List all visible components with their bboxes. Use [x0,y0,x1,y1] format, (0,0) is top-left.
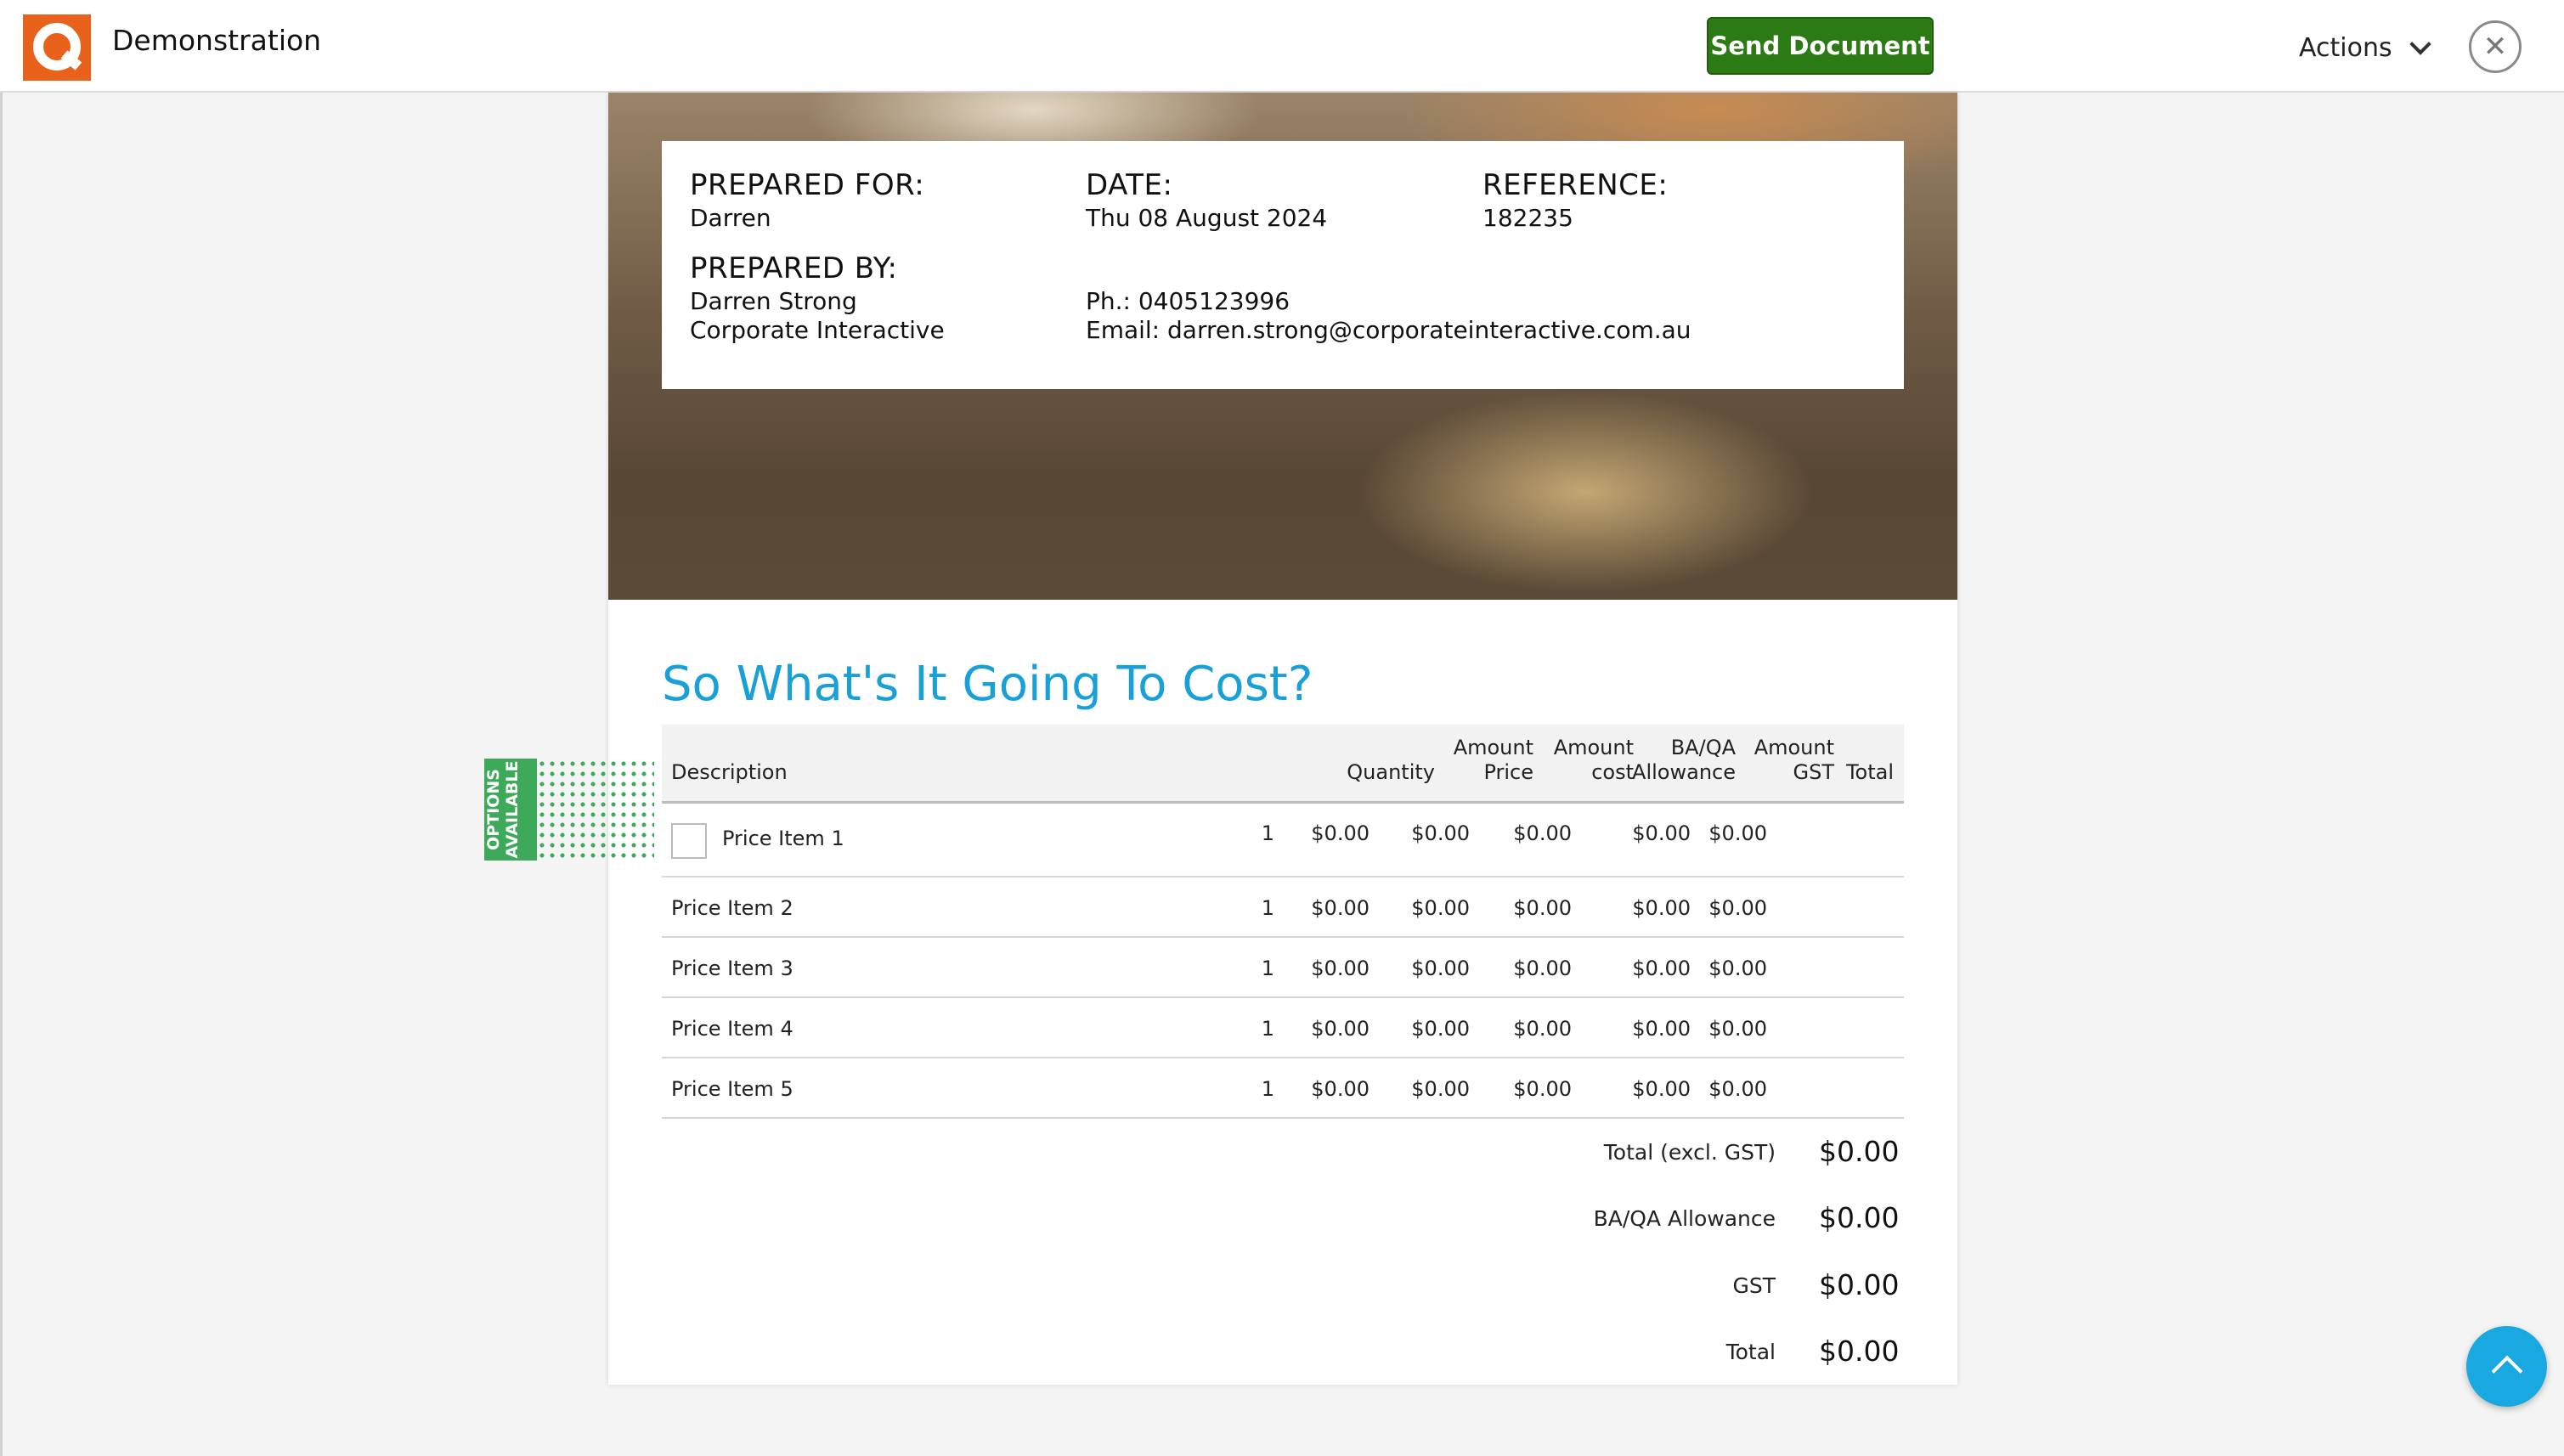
prepared-by-name: Darren Strong [690,287,857,315]
totals-value: $0.00 [1819,1135,1900,1168]
q-logo-icon[interactable] [23,14,91,81]
frame-border [0,93,3,1456]
actions-menu[interactable]: Actions [2299,31,2431,65]
row-total: $0.00 [1708,1077,1767,1101]
header-baqa-2: Allowance [1632,760,1736,784]
table-row: Price Item 3 1 $0.00 $0.00 $0.00 $0.00 $0.00 [662,938,1904,998]
row-total: $0.00 [1708,821,1767,845]
row-description: Price Item 5 [671,1077,793,1101]
row-total: $0.00 [1708,1017,1767,1041]
totals-value: $0.00 [1819,1335,1900,1368]
available-label: AVAILABLE [503,760,522,859]
row-allowance: $0.00 [1513,821,1572,845]
row-description: Price Item 4 [671,1017,793,1041]
info-card: PREPARED FOR: Darren DATE: Thu 08 August… [662,141,1904,389]
scroll-to-top-button[interactable] [2466,1326,2547,1407]
totals-value: $0.00 [1819,1268,1900,1301]
actions-label: Actions [2299,32,2392,63]
app-title: Demonstration [112,24,322,57]
prepared-by-company: Corporate Interactive [690,316,945,344]
table-header: Description Quantity Amount Price Amount… [662,725,1904,804]
header-description: Description [671,760,788,784]
chevron-down-icon [2409,33,2431,55]
totals-label: BA/QA Allowance [1593,1206,1776,1231]
email-value: Email: darren.strong@corporateinteractiv… [1086,316,1691,344]
header-total: Total [1845,760,1894,784]
close-button[interactable]: ✕ [2469,20,2522,73]
header-baqa-1: BA/QA [1670,736,1736,759]
top-bar: Demonstration Send Document Actions ✕ [0,0,2564,93]
chevron-up-icon [2491,1355,2523,1387]
hero-image: PREPARED FOR: Darren DATE: Thu 08 August… [608,93,1957,600]
table-row[interactable]: Price Item 1 1 $0.00 $0.00 $0.00 $0.00 $0.00 [662,804,1904,878]
date-label: DATE: [1086,168,1173,202]
reference-label: REFERENCE: [1482,168,1669,202]
prepared-by-label: PREPARED BY: [690,251,898,285]
option-checkbox[interactable] [671,823,707,859]
totals-value: $0.00 [1819,1201,1900,1234]
phone-value: Ph.: 0405123996 [1086,287,1290,315]
options-label: OPTIONS [484,769,503,850]
table-row: Price Item 4 1 $0.00 $0.00 $0.00 $0.00 $0.00 [662,998,1904,1058]
row-allowance: $0.00 [1513,1077,1572,1101]
row-total: $0.00 [1708,957,1767,980]
table-row: Price Item 2 1 $0.00 $0.00 $0.00 $0.00 $0.00 [662,878,1904,938]
totals-label: Total (excl. GST) [1603,1140,1776,1165]
cost-section-title: So What's It Going To Cost? [662,657,1313,712]
row-description: Price Item 2 [671,896,793,920]
row-allowance: $0.00 [1513,1017,1572,1041]
date-value: Thu 08 August 2024 [1086,204,1328,232]
send-document-button[interactable]: Send Document [1707,17,1934,75]
row-description: Price Item 3 [671,957,793,980]
options-dots-pattern [537,759,654,861]
close-icon: ✕ [2482,30,2508,64]
row-total: $0.00 [1708,896,1767,920]
totals-label: Total [1725,1340,1776,1364]
options-available-badge[interactable]: OPTIONS AVAILABLE [484,759,537,861]
prepared-for-label: PREPARED FOR: [690,168,925,202]
table-row: Price Item 5 1 $0.00 $0.00 $0.00 $0.00 $0.00 [662,1058,1904,1119]
row-description: Price Item 1 [722,827,844,850]
row-allowance: $0.00 [1513,896,1572,920]
header-gst-1: Amount [1754,736,1834,759]
totals-label: GST [1732,1273,1776,1298]
row-allowance: $0.00 [1513,957,1572,980]
prepared-for-value: Darren [690,204,771,232]
reference-value: 182235 [1482,204,1573,232]
